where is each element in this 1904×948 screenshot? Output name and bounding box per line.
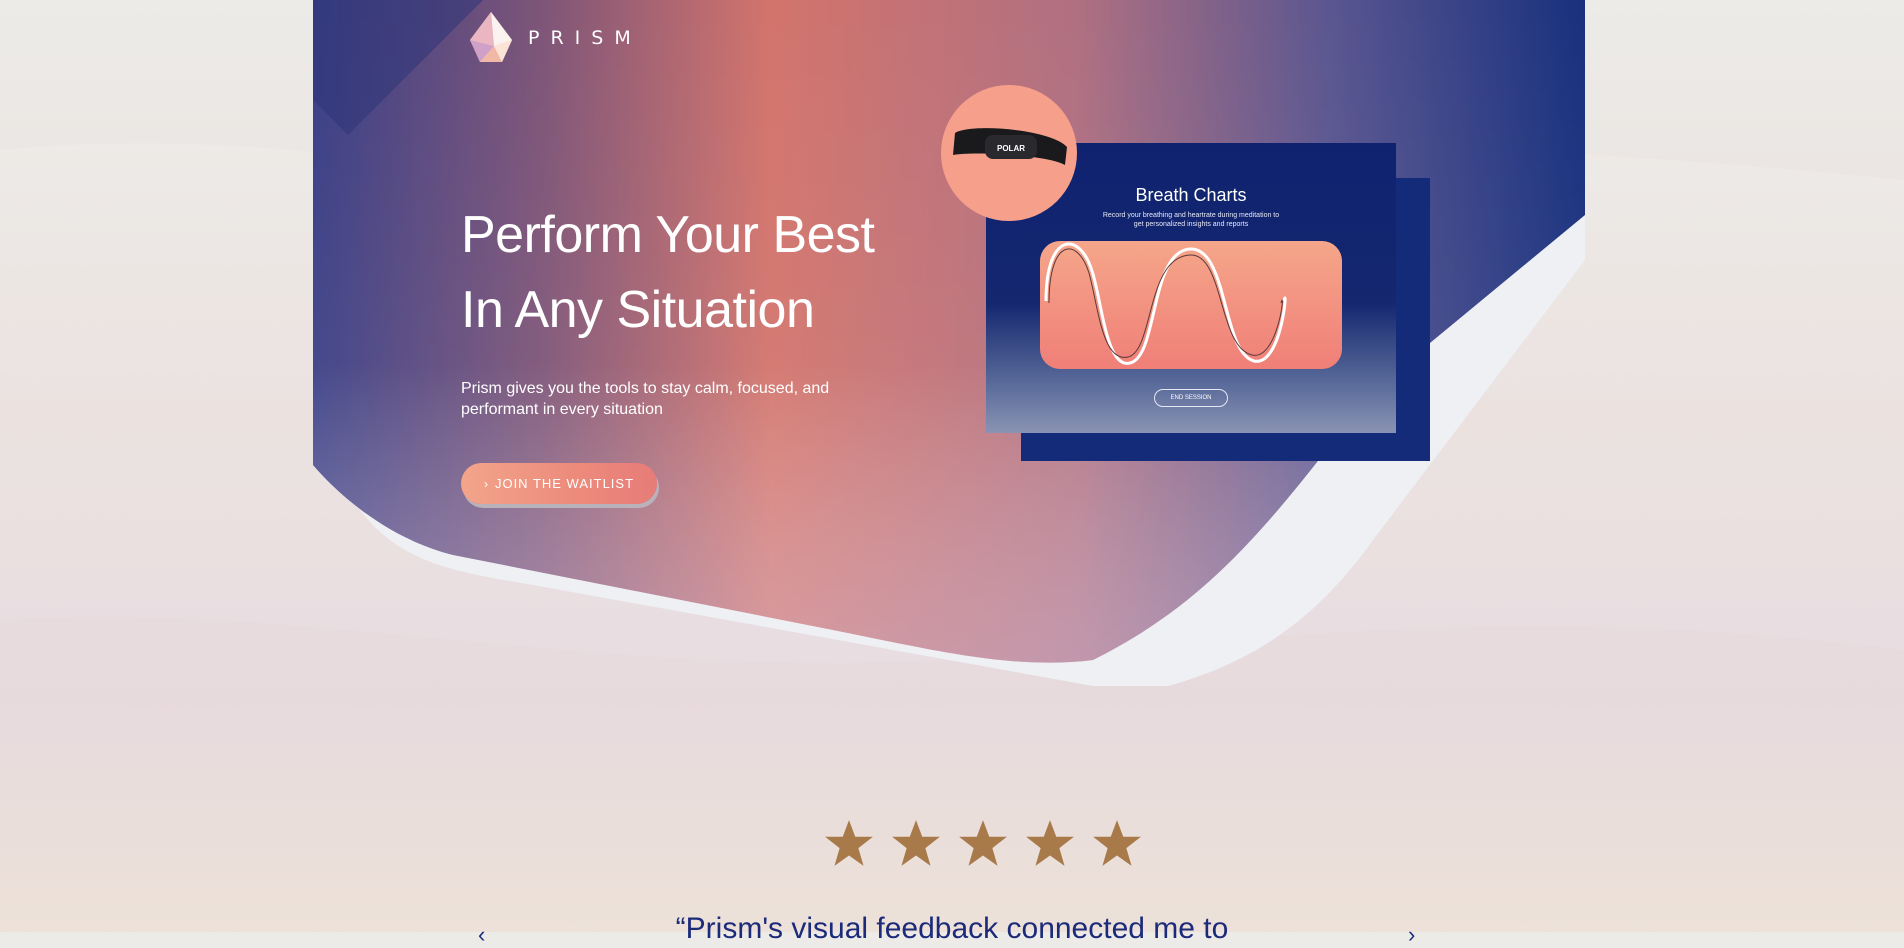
brand-logo[interactable]: PRISM	[470, 12, 642, 64]
app-preview-subtitle: Record your breathing and heartrate duri…	[1102, 212, 1280, 228]
prism-logo-icon	[470, 12, 512, 62]
headline-line-2: In Any Situation	[461, 281, 815, 339]
join-waitlist-label: JOIN THE WAITLIST	[494, 476, 635, 491]
chevron-right-icon: ›	[483, 476, 489, 491]
heart-rate-strap-image: POLAR	[953, 128, 1067, 165]
breath-wave-graphic	[1044, 242, 1287, 365]
star-icon	[1026, 820, 1074, 866]
device-brand-label: POLAR	[997, 144, 1025, 153]
star-icon	[1093, 820, 1141, 866]
breath-chart-panel	[1040, 241, 1342, 369]
headline-line-1: Perform Your Best	[461, 206, 875, 264]
device-image-circle: POLAR	[941, 85, 1077, 221]
hero-headline: Perform Your Best In Any Situation	[461, 198, 981, 348]
chevron-right-icon[interactable]: ›	[1408, 922, 1415, 948]
rating-stars	[823, 818, 1143, 870]
star-icon	[825, 820, 873, 866]
hero-subtext: Prism gives you the tools to stay calm, …	[461, 380, 830, 418]
join-waitlist-button[interactable]: › JOIN THE WAITLIST	[461, 463, 657, 504]
star-icon	[959, 820, 1007, 866]
end-session-button[interactable]: END SESSION	[1154, 389, 1228, 407]
testimonial-quote: “Prism's visual feedback connected me to	[675, 912, 1229, 945]
brand-name: PRISM	[528, 27, 642, 49]
star-icon	[892, 820, 940, 866]
